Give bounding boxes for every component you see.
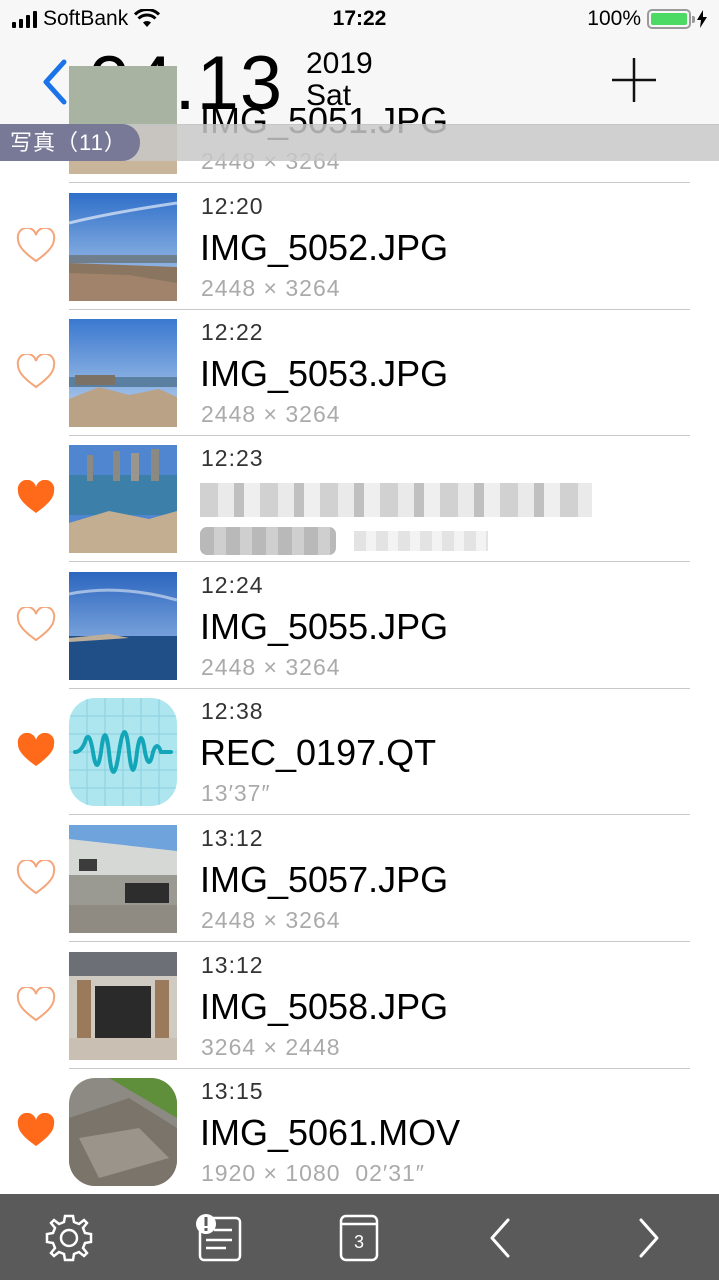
heart-outline-icon[interactable] — [16, 987, 56, 1023]
item-name: IMG_5053.JPG — [200, 353, 449, 394]
heart-filled-icon[interactable] — [16, 733, 56, 769]
item-meta: 2448 × 3264 — [201, 907, 341, 933]
item-name: IMG_5055.JPG — [200, 606, 449, 647]
item-name: IMG_5057.JPG — [200, 859, 449, 900]
photo-thumbnail — [69, 825, 177, 933]
photo-thumbnail — [69, 193, 177, 301]
photo-thumbnail — [69, 445, 177, 553]
list-item[interactable]: 13:12 IMG_5057.JPG 2448 × 3264 — [0, 815, 719, 942]
item-meta: 3264 × 2448 — [201, 1034, 341, 1060]
list-item[interactable]: 13:15 IMG_5061.MOV 1920 × 1080 02′31″ — [0, 1068, 719, 1195]
redacted-meta — [354, 531, 488, 551]
list-item[interactable]: 13:12 IMG_5058.JPG 3264 × 2448 — [0, 942, 719, 1069]
status-bar: SoftBank 17:22 100% — [0, 0, 719, 40]
photo-thumbnail — [69, 319, 177, 427]
bottom-toolbar: 3 — [0, 1194, 719, 1280]
item-time: 12:20 — [201, 193, 264, 219]
heart-outline-icon[interactable] — [16, 607, 56, 643]
item-meta: 2448 × 3264 — [201, 654, 341, 680]
item-name: IMG_5052.JPG — [200, 227, 449, 268]
heart-outline-icon[interactable] — [16, 860, 56, 896]
item-time: 12:22 — [201, 319, 264, 345]
item-time: 12:24 — [201, 572, 264, 598]
item-time: 12:38 — [201, 698, 264, 724]
photo-thumbnail — [69, 952, 177, 1060]
item-name: IMG_5061.MOV — [200, 1112, 461, 1153]
item-meta: 2448 × 3264 — [201, 401, 341, 427]
heart-outline-icon[interactable] — [16, 228, 56, 264]
battery-percent: 100% — [587, 7, 641, 30]
status-right: 100% — [587, 7, 707, 31]
list-item[interactable]: 12:38 REC_0197.QT 13′37″ — [0, 688, 719, 815]
list-item[interactable]: 12:24 IMG_5055.JPG 2448 × 3264 — [0, 562, 719, 689]
chevron-right-icon[interactable] — [621, 1210, 677, 1266]
calendar-badge: 3 — [353, 1232, 364, 1252]
item-time: 12:23 — [201, 445, 264, 471]
item-name: IMG_5058.JPG — [200, 986, 449, 1027]
item-meta: 2448 × 3264 — [201, 275, 341, 301]
audio-waveform-icon — [69, 698, 177, 806]
redacted-title — [200, 483, 592, 517]
item-name: REC_0197.QT — [200, 732, 437, 773]
list-item[interactable]: 12:20 IMG_5052.JPG 2448 × 3264 — [0, 183, 719, 310]
chevron-left-icon[interactable] — [472, 1210, 528, 1266]
redacted-badge — [200, 527, 336, 555]
section-header-label: 写真（11） — [0, 124, 140, 161]
charging-icon — [697, 10, 707, 28]
heart-filled-icon[interactable] — [16, 1113, 56, 1149]
battery-icon — [647, 9, 695, 29]
heart-outline-icon[interactable] — [16, 354, 56, 390]
item-time: 13:15 — [201, 1078, 264, 1104]
item-time: 13:12 — [201, 825, 264, 851]
item-meta: 13′37″ — [201, 780, 271, 806]
list-item[interactable]: 12:22 IMG_5053.JPG 2448 × 3264 — [0, 309, 719, 436]
heart-filled-icon[interactable] — [16, 480, 56, 516]
calendar-button[interactable]: 3 — [331, 1210, 387, 1266]
item-time: 13:12 — [201, 952, 264, 978]
note-alert-icon[interactable] — [190, 1210, 246, 1266]
list-item[interactable]: IMG_5051.JPG 2448 × 3264 — [0, 56, 719, 183]
list-item[interactable]: 12:23 — [0, 435, 719, 562]
gear-icon[interactable] — [41, 1210, 97, 1266]
video-thumbnail — [69, 1078, 177, 1186]
photo-thumbnail — [69, 572, 177, 680]
item-meta: 1920 × 1080 02′31″ — [201, 1160, 425, 1186]
